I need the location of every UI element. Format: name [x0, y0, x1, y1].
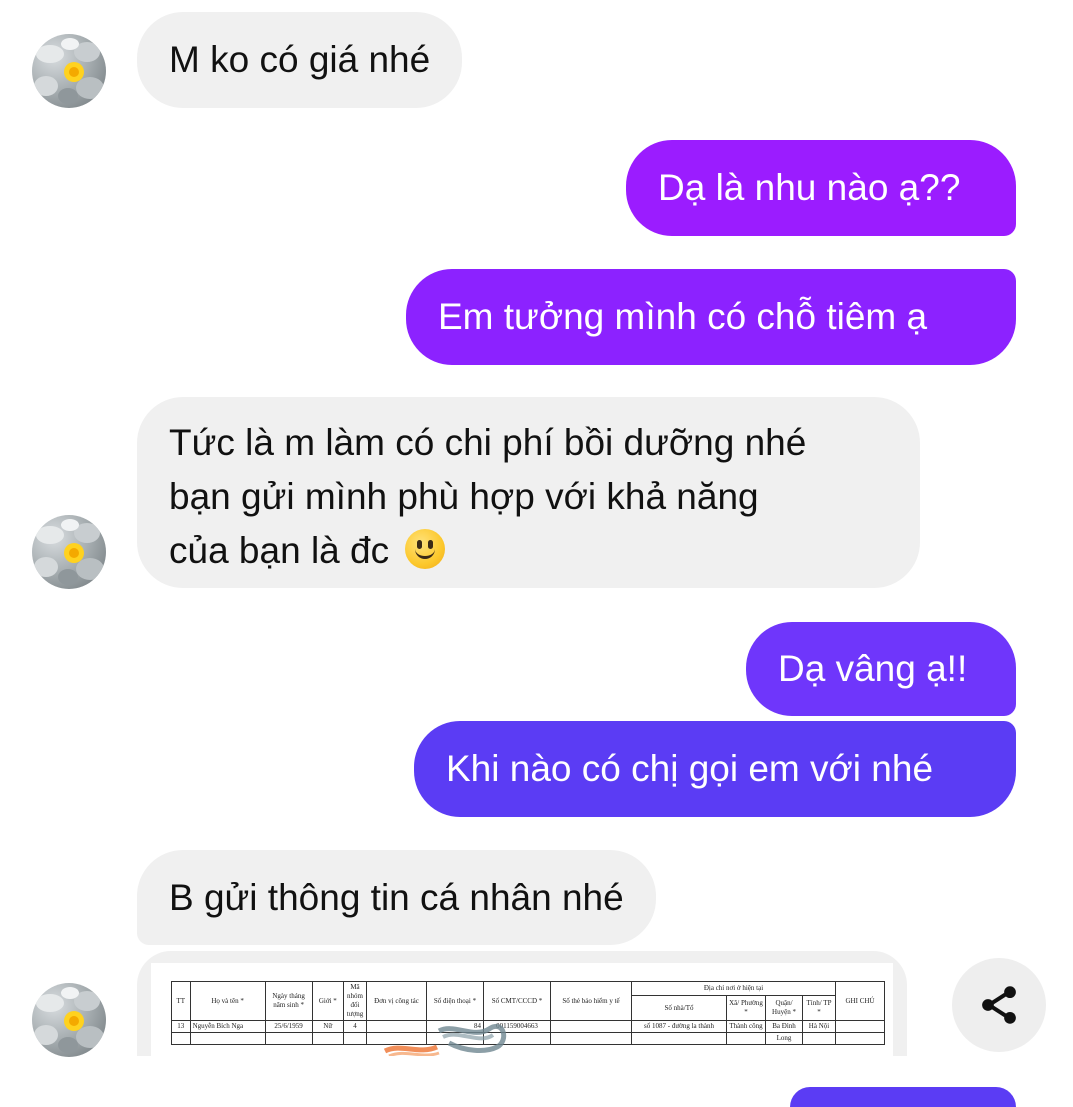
form-photo: TT Họ và tên * Ngày tháng năm sinh * Giớ… [151, 963, 893, 1056]
message-text: Dạ vâng ạ!! [778, 648, 968, 689]
flower-avatar-icon [34, 987, 104, 1053]
table-cell: Nguyễn Bích Nga [189, 1020, 266, 1033]
message-bubble-outgoing[interactable]: Dạ là nhu nào ạ?? [626, 140, 1016, 236]
table-cell: 13 [171, 1020, 191, 1033]
table-header: Ngày tháng năm sinh * [264, 981, 313, 1021]
table-row: 13 Nguyễn Bích Nga 25/6/1959 Nữ 4 84 001… [171, 1020, 885, 1033]
message-text: M ko có giá nhé [169, 39, 431, 80]
message-bubble-outgoing[interactable]: Em tưởng mình có chỗ tiêm ạ [406, 269, 1016, 365]
message-bubble-incoming[interactable]: Tức là m làm có chi phí bồi dưỡng nhé bạ… [137, 397, 920, 588]
contact-avatar[interactable] [32, 515, 106, 589]
image-attachment[interactable]: TT Họ và tên * Ngày tháng năm sinh * Giớ… [137, 951, 907, 1056]
message-line: của bạn là đc [169, 530, 390, 571]
table-cell: Nữ [311, 1020, 345, 1033]
message-bubble-outgoing[interactable]: Khi nào có chị gọi em với nhé [414, 721, 1016, 817]
message-line: Tức là m làm có chi phí bồi dưỡng nhé [169, 422, 807, 463]
share-button[interactable] [952, 958, 1046, 1052]
table-header: Số nhà/Tổ [631, 995, 727, 1021]
slightly-smiling-face-icon [405, 529, 446, 569]
flower-avatar-icon [34, 519, 104, 585]
table-cell: Hà Nội [802, 1020, 836, 1033]
share-icon [982, 986, 1016, 1024]
message-text: Em tưởng mình có chỗ tiêm ạ [438, 296, 928, 337]
table-cell: số 1087 - đường la thành [631, 1020, 727, 1033]
redaction-scribble [383, 1024, 507, 1056]
table-header: Đơn vị công tác [366, 981, 427, 1021]
table-header: Số CMT/CCCD * [483, 981, 551, 1021]
table-row: Long [171, 1032, 885, 1045]
table-header: Số thẻ bảo hiểm y tế [550, 981, 632, 1021]
table-cell [835, 1020, 885, 1033]
message-bubble-incoming[interactable]: B gửi thông tin cá nhân nhé [137, 850, 656, 945]
contact-avatar[interactable] [32, 34, 106, 108]
message-line: bạn gửi mình phù hợp với khả năng [169, 476, 759, 517]
table-cell: Long [765, 1032, 803, 1045]
table-cell: 25/6/1959 [264, 1020, 313, 1033]
table-header: GHI CHÚ [835, 981, 885, 1021]
message-bubble-outgoing[interactable]: Dạ vâng ạ!! [746, 622, 1016, 716]
contact-avatar[interactable] [32, 983, 106, 1057]
table-cell: 4 [343, 1020, 367, 1033]
table-cell: Ba Đình [765, 1020, 803, 1033]
table-header: Xã/ Phường * [726, 995, 766, 1021]
personal-info-table: TT Họ và tên * Ngày tháng năm sinh * Giớ… [171, 980, 885, 1045]
table-header: Địa chỉ nơi ở hiện tại [631, 980, 836, 997]
table-header: Họ và tên * [189, 981, 266, 1021]
table-cell [550, 1020, 632, 1033]
message-bubble-outgoing-partial[interactable] [790, 1087, 1016, 1107]
flower-avatar-icon [34, 38, 104, 104]
table-cell: Thành công [726, 1020, 766, 1033]
message-text: B gửi thông tin cá nhân nhé [169, 877, 624, 918]
message-bubble-incoming[interactable]: M ko có giá nhé [137, 12, 463, 108]
message-text: Khi nào có chị gọi em với nhé [446, 748, 934, 789]
message-text: Dạ là nhu nào ạ?? [658, 167, 961, 208]
table-header: Tỉnh/ TP * [802, 995, 836, 1021]
table-header: Quận/ Huyện * [765, 995, 803, 1021]
table-header: TT [171, 981, 191, 1021]
table-header: Số điện thoại * [426, 981, 484, 1021]
table-header: Mã nhóm đối tượng [343, 981, 367, 1021]
table-header: Giới * [311, 981, 345, 1021]
